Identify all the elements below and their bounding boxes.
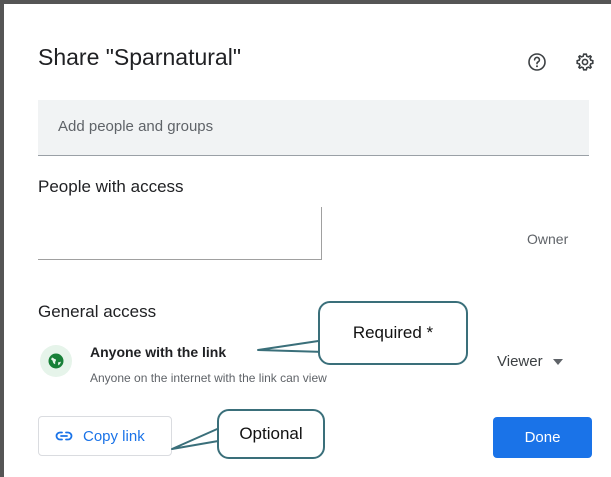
general-access-heading: General access bbox=[38, 302, 157, 321]
copy-link-label: Copy link bbox=[83, 427, 145, 445]
link-icon bbox=[55, 431, 73, 441]
help-icon[interactable] bbox=[525, 50, 549, 74]
gear-icon[interactable] bbox=[573, 50, 597, 74]
link-access-description: Anyone on the internet with the link can… bbox=[90, 371, 327, 385]
window-frame-top bbox=[0, 0, 611, 4]
done-button[interactable]: Done bbox=[493, 417, 592, 458]
copy-link-button[interactable]: Copy link bbox=[38, 416, 172, 456]
add-people-input[interactable]: Add people and groups bbox=[38, 100, 589, 156]
required-callout: Required * bbox=[318, 301, 468, 365]
owner-role-label: Owner bbox=[527, 231, 569, 247]
role-dropdown[interactable]: Viewer bbox=[497, 353, 563, 370]
window-frame-left bbox=[0, 0, 4, 477]
globe-icon bbox=[40, 345, 72, 377]
role-dropdown-label: Viewer bbox=[497, 353, 543, 370]
optional-callout: Optional bbox=[217, 409, 325, 459]
link-access-option[interactable]: Anyone with the link bbox=[90, 344, 226, 360]
caret-down-icon bbox=[552, 358, 563, 365]
people-with-access-heading: People with access bbox=[38, 177, 184, 196]
dialog-title: Share "Sparnatural" bbox=[38, 44, 242, 70]
people-placeholder-box bbox=[38, 207, 322, 260]
